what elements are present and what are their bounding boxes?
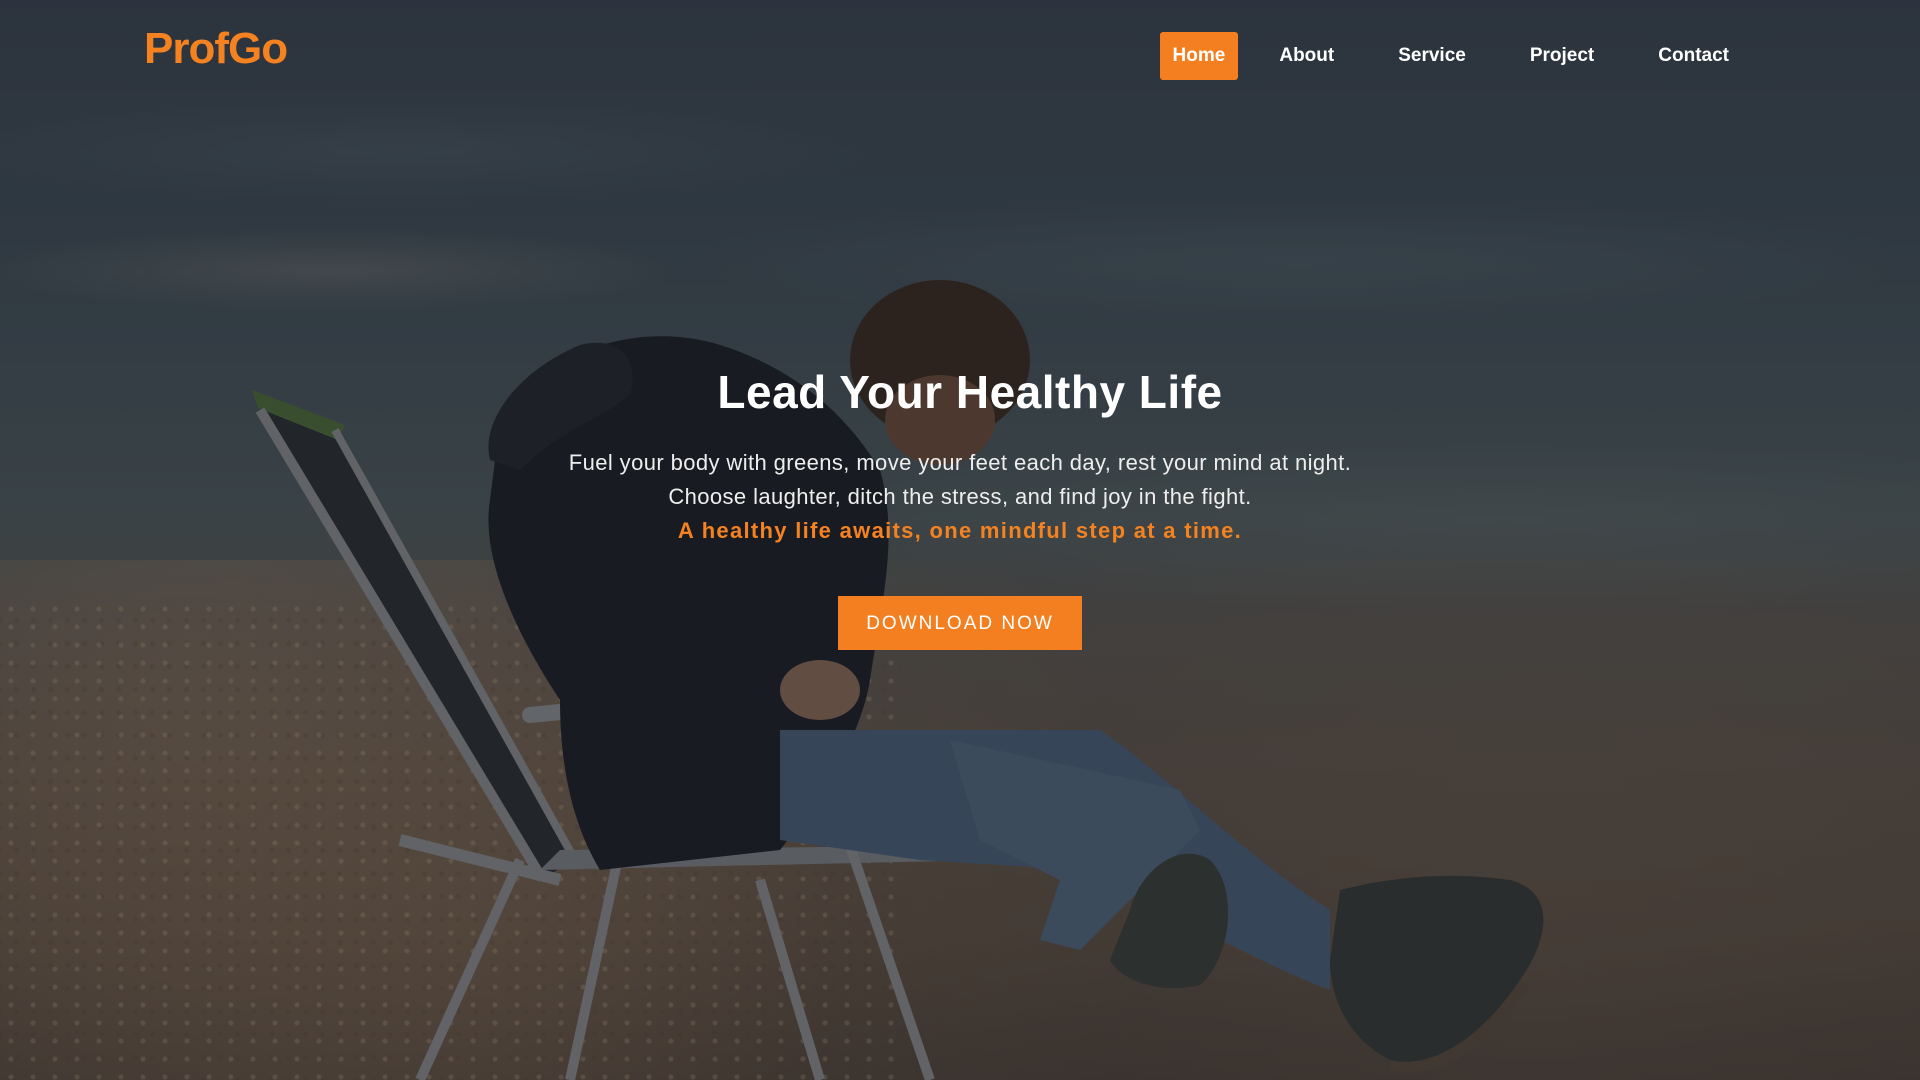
- hero-description-block: Fuel your body with greens, move your fe…: [565, 446, 1355, 548]
- hero-tagline: A healthy life awaits, one mindful step …: [677, 518, 1243, 543]
- hero-content: Lead Your Healthy Life Fuel your body wi…: [0, 365, 1920, 650]
- nav-item-contact[interactable]: Contact: [1635, 32, 1752, 80]
- nav-item-project[interactable]: Project: [1507, 32, 1617, 80]
- hero-headline: Lead Your Healthy Life: [717, 366, 1223, 418]
- nav-item-home[interactable]: Home: [1159, 32, 1239, 80]
- nav-item-about[interactable]: About: [1256, 32, 1357, 80]
- hero-section: ProfGo Home About Service Project Contac…: [0, 0, 1920, 1080]
- download-now-button[interactable]: DOWNLOAD NOW: [838, 596, 1082, 650]
- nav-item-service[interactable]: Service: [1375, 32, 1489, 80]
- navbar: ProfGo Home About Service Project Contac…: [0, 0, 1920, 110]
- nav-menu: Home About Service Project Contact: [1159, 32, 1752, 80]
- hero-description: Fuel your body with greens, move your fe…: [568, 450, 1352, 509]
- brand-logo[interactable]: ProfGo: [144, 24, 288, 74]
